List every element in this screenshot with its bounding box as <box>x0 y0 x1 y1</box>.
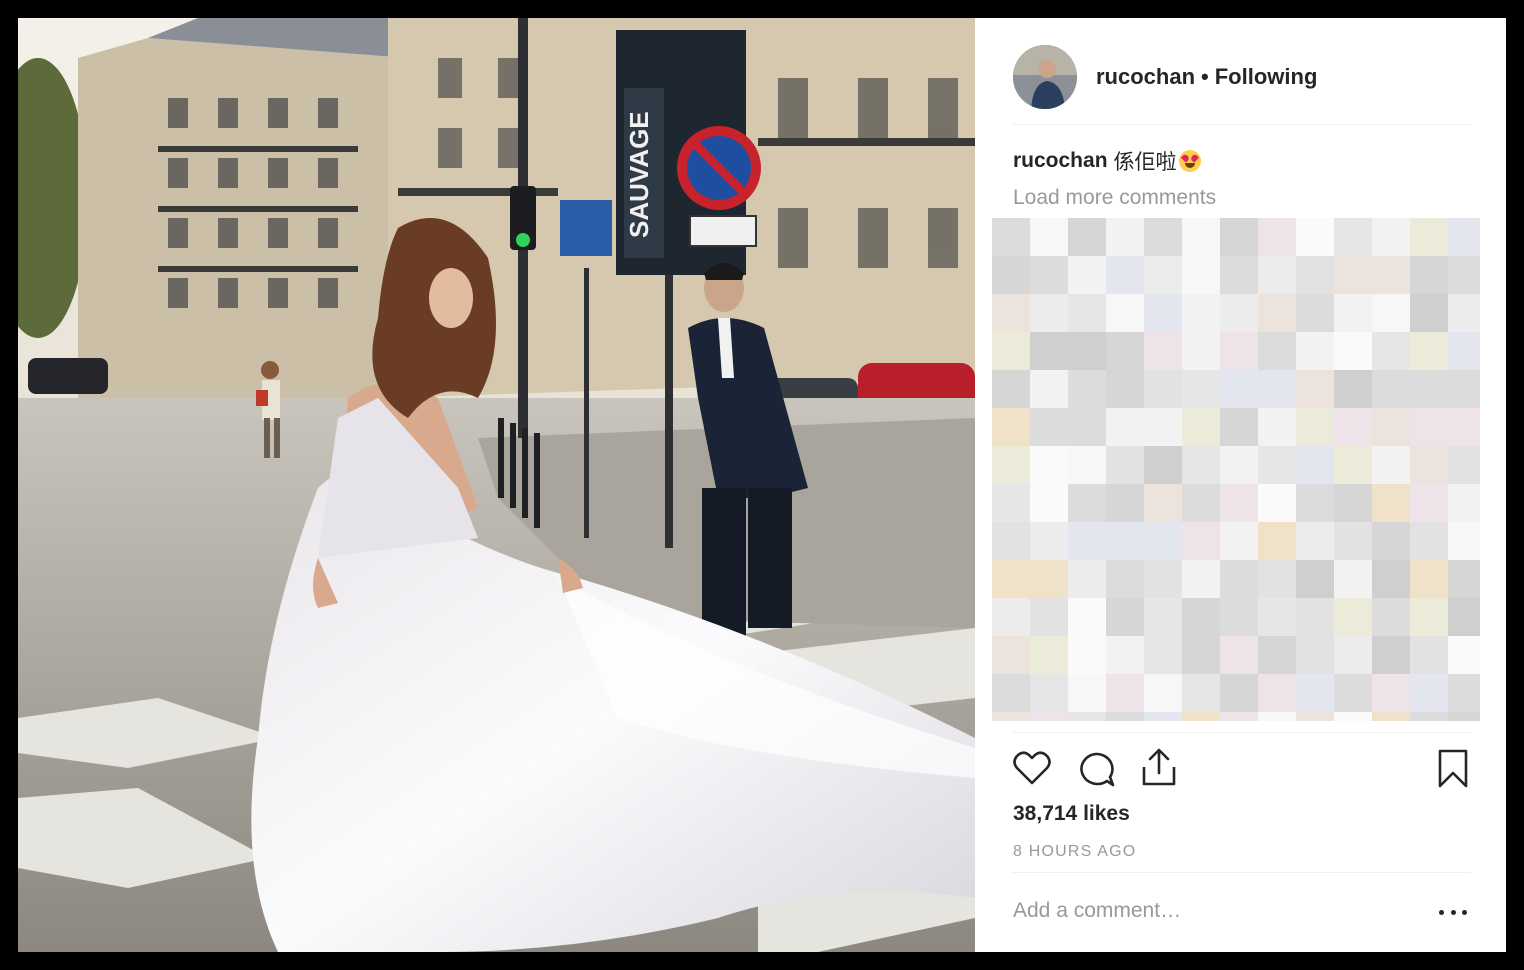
avatar-image <box>1013 45 1077 109</box>
pixelated-comments-area <box>992 218 1480 721</box>
instagram-post-modal: SAUVAGE rucochan • Following rucochan 係佢… <box>18 18 1506 952</box>
heart-eyes-emoji-icon <box>1178 150 1201 172</box>
post-details-panel: rucochan • Following rucochan 係佢啦 Load m… <box>975 18 1506 952</box>
billboard-text: SAUVAGE <box>624 111 654 238</box>
post-photo[interactable]: SAUVAGE <box>18 18 975 952</box>
wedding-photo-illustration: SAUVAGE <box>18 18 975 952</box>
heart-icon[interactable] <box>1013 751 1051 785</box>
load-more-comments-button[interactable]: Load more comments <box>1013 186 1216 210</box>
avatar[interactable] <box>1013 45 1077 109</box>
caption: rucochan 係佢啦 <box>1013 146 1201 176</box>
likes-count[interactable]: 38,714 likes <box>1013 802 1130 826</box>
share-icon[interactable] <box>1141 747 1177 787</box>
more-options-icon[interactable] <box>1439 907 1467 917</box>
post-header: rucochan • Following <box>1013 30 1471 125</box>
following-button[interactable]: Following <box>1215 64 1318 90</box>
caption-text: 係佢啦 <box>1113 151 1177 174</box>
speech-bubble-icon[interactable] <box>1077 751 1115 789</box>
post-timestamp[interactable]: 8 HOURS AGO <box>1013 843 1136 861</box>
comment-composer <box>1013 872 1471 952</box>
comment-input[interactable] <box>1013 899 1403 923</box>
caption-username-link[interactable]: rucochan <box>1013 149 1108 173</box>
separator-dot: • <box>1201 64 1209 89</box>
bookmark-icon[interactable] <box>1437 749 1469 789</box>
header-text: rucochan • Following <box>1096 64 1317 90</box>
username-link[interactable]: rucochan <box>1096 64 1195 90</box>
action-bar <box>1013 732 1471 812</box>
